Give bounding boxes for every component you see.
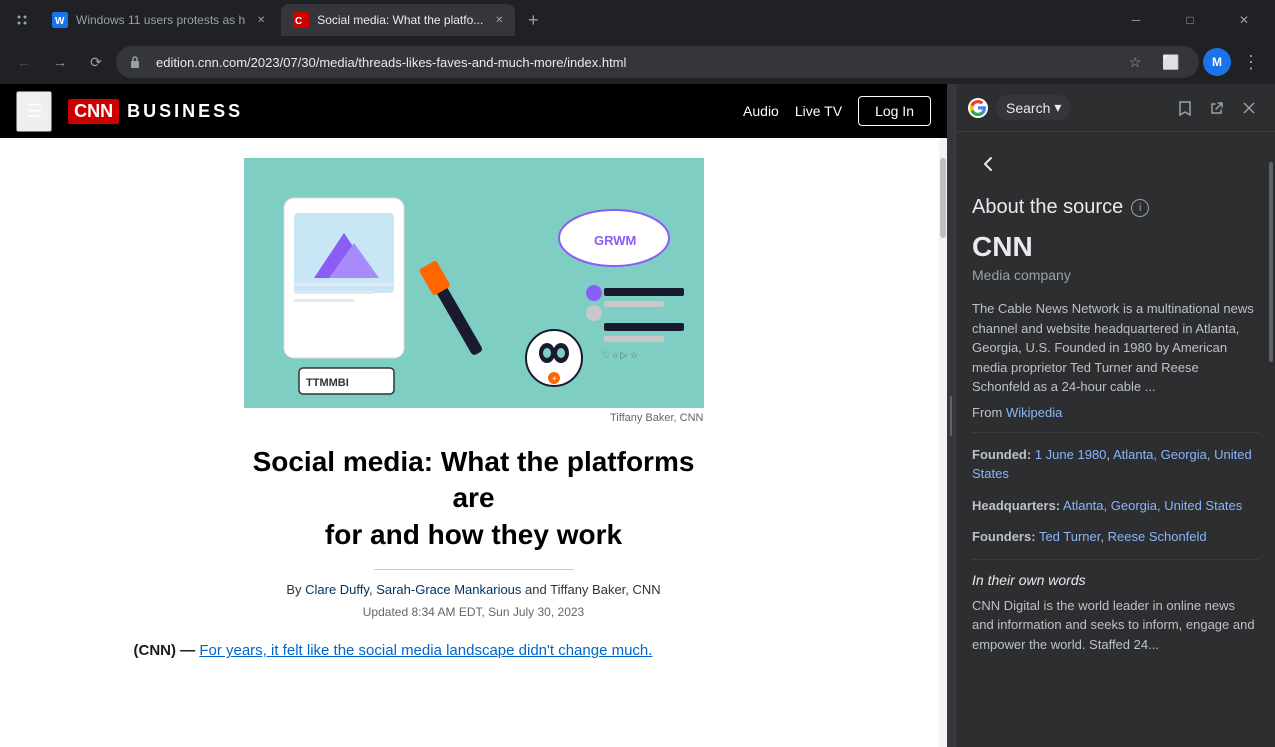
article-title: Social media: What the platforms are for… [244, 444, 704, 553]
back-button[interactable]: ← [8, 46, 40, 78]
sidebar-toggle-button[interactable]: ⬜ [1155, 46, 1187, 78]
panel-resize-handle[interactable] [947, 84, 955, 747]
cnn-tag: (CNN) — [134, 642, 196, 659]
tab-social-media[interactable]: C Social media: What the platfo... ✕ [281, 4, 515, 36]
svg-text:GRWM: GRWM [594, 233, 636, 248]
about-source-heading: About the source i [972, 196, 1259, 219]
webpage: ☰ CNN BUSINESS Audio Live TV Log In [0, 84, 947, 747]
new-tab-button[interactable]: + [519, 6, 547, 34]
founder2-link[interactable]: Reese Schonfeld [1108, 529, 1207, 544]
tab-bar: W Windows 11 users protests as h ✕ C Soc… [0, 0, 1275, 40]
article-body: (CNN) — For years, it felt like the soci… [134, 639, 814, 663]
source-type: Media company [972, 267, 1259, 283]
tab1-title: Windows 11 users protests as h [76, 13, 245, 27]
hamburger-menu[interactable]: ☰ [16, 91, 52, 132]
live-tv-nav[interactable]: Live TV [795, 103, 842, 119]
panel-back-button[interactable] [972, 148, 1004, 180]
author2-link[interactable]: Sarah-Grace Mankarious [376, 582, 521, 597]
tab-windows-users[interactable]: W Windows 11 users protests as h ✕ [40, 4, 277, 36]
tab-list-button[interactable] [8, 6, 36, 34]
search-label: Search [1006, 100, 1050, 116]
author1-link[interactable]: Clare Duffy [305, 582, 369, 597]
own-words-text: CNN Digital is the world leader in onlin… [972, 596, 1259, 655]
cnn-business-text: BUSINESS [127, 101, 243, 122]
article-image-container: GRWM TTMMBI + [244, 158, 704, 408]
info-icon[interactable]: i [1131, 199, 1149, 217]
founded-date-link[interactable]: 1 June 1980 [1035, 447, 1107, 462]
window-controls: ─ □ ✕ [1113, 4, 1267, 36]
author3: Tiffany Baker, CNN [550, 582, 661, 597]
svg-text:C: C [295, 16, 302, 27]
address-icons: ☆ ⬜ [1119, 46, 1187, 78]
forward-button[interactable]: → [44, 46, 76, 78]
wikipedia-link[interactable]: Wikipedia [1006, 405, 1062, 420]
audio-nav[interactable]: Audio [743, 103, 779, 119]
byline-and: and [525, 582, 547, 597]
article-illustration: GRWM TTMMBI + [244, 158, 704, 408]
wikipedia-from: From Wikipedia [972, 405, 1259, 420]
divider1 [972, 432, 1259, 433]
headquarters-link[interactable]: Atlanta, Georgia, United States [1063, 498, 1242, 513]
side-panel-actions [1171, 94, 1263, 122]
side-panel-content[interactable]: About the source i CNN Media company The… [956, 132, 1275, 747]
cnn-logo: CNN BUSINESS [68, 99, 243, 124]
profile-button[interactable]: M [1203, 48, 1231, 76]
title-divider [374, 569, 574, 570]
panel-scrollbar[interactable] [1267, 132, 1275, 747]
author-separator: , [369, 582, 373, 597]
search-dropdown[interactable]: Search ▾ [996, 95, 1071, 120]
tab2-close[interactable]: ✕ [491, 12, 507, 28]
maximize-button[interactable]: □ [1167, 4, 1213, 36]
image-caption: Tiffany Baker, CNN [244, 412, 704, 424]
own-words-title: In their own words [972, 572, 1259, 588]
founder1-link[interactable]: Ted Turner [1039, 529, 1100, 544]
source-name: CNN [972, 231, 1259, 263]
bookmark-button[interactable]: ☆ [1119, 46, 1151, 78]
svg-text:♡ ○ ▷ ☆: ♡ ○ ▷ ☆ [602, 350, 638, 360]
address-input[interactable]: edition.cnn.com/2023/07/30/media/threads… [116, 46, 1199, 78]
side-panel-header: Search ▾ [956, 84, 1275, 132]
tab1-close[interactable]: ✕ [253, 12, 269, 28]
minimize-button[interactable]: ─ [1113, 4, 1159, 36]
article-byline: By Clare Duffy, Sarah-Grace Mankarious a… [134, 582, 814, 597]
side-panel: Search ▾ [955, 84, 1275, 747]
more-options-button[interactable]: ⋮ [1235, 46, 1267, 78]
refresh-button[interactable]: ⟳ [80, 46, 112, 78]
article-date: Updated 8:34 AM EDT, Sun July 30, 2023 [134, 605, 814, 619]
headquarters-detail: Headquarters: Atlanta, Georgia, United S… [972, 496, 1259, 516]
byline-prefix: By [286, 582, 301, 597]
tab2-favicon: C [293, 12, 309, 28]
svg-text:+: + [552, 374, 557, 383]
panel-close-button[interactable] [1235, 94, 1263, 122]
address-bar: ← → ⟳ edition.cnn.com/2023/07/30/media/t… [0, 40, 1275, 84]
founders-detail: Founders: Ted Turner, Reese Schonfeld [972, 527, 1259, 547]
login-button[interactable]: Log In [858, 96, 931, 126]
lock-icon [128, 55, 142, 69]
close-window-button[interactable]: ✕ [1221, 4, 1267, 36]
source-description: The Cable News Network is a multinationa… [972, 299, 1259, 397]
tab1-favicon: W [52, 12, 68, 28]
panel-bookmark-button[interactable] [1171, 94, 1199, 122]
main-area: ☰ CNN BUSINESS Audio Live TV Log In [0, 84, 1275, 747]
dropdown-arrow: ▾ [1054, 99, 1061, 116]
url-text: edition.cnn.com/2023/07/30/media/threads… [148, 55, 1119, 70]
svg-text:W: W [55, 16, 65, 27]
page-scrollbar-thumb [940, 158, 946, 238]
resize-handle-indicator [950, 396, 952, 436]
svg-text:TTMMBI: TTMMBI [306, 377, 349, 389]
founded-detail: Founded: 1 June 1980, Atlanta, Georgia, … [972, 445, 1259, 484]
tab2-title: Social media: What the platfo... [317, 13, 483, 27]
article-content: GRWM TTMMBI + [114, 138, 834, 683]
google-g-icon [968, 98, 988, 118]
panel-open-external-button[interactable] [1203, 94, 1231, 122]
page-scrollbar[interactable] [939, 138, 947, 747]
cnn-header: ☰ CNN BUSINESS Audio Live TV Log In [0, 84, 947, 138]
panel-scrollbar-thumb [1269, 162, 1273, 362]
article-lead[interactable]: For years, it felt like the social media… [199, 642, 652, 659]
divider2 [972, 559, 1259, 560]
header-nav: Audio Live TV Log In [743, 96, 931, 126]
cnn-logo-text: CNN [68, 99, 119, 124]
